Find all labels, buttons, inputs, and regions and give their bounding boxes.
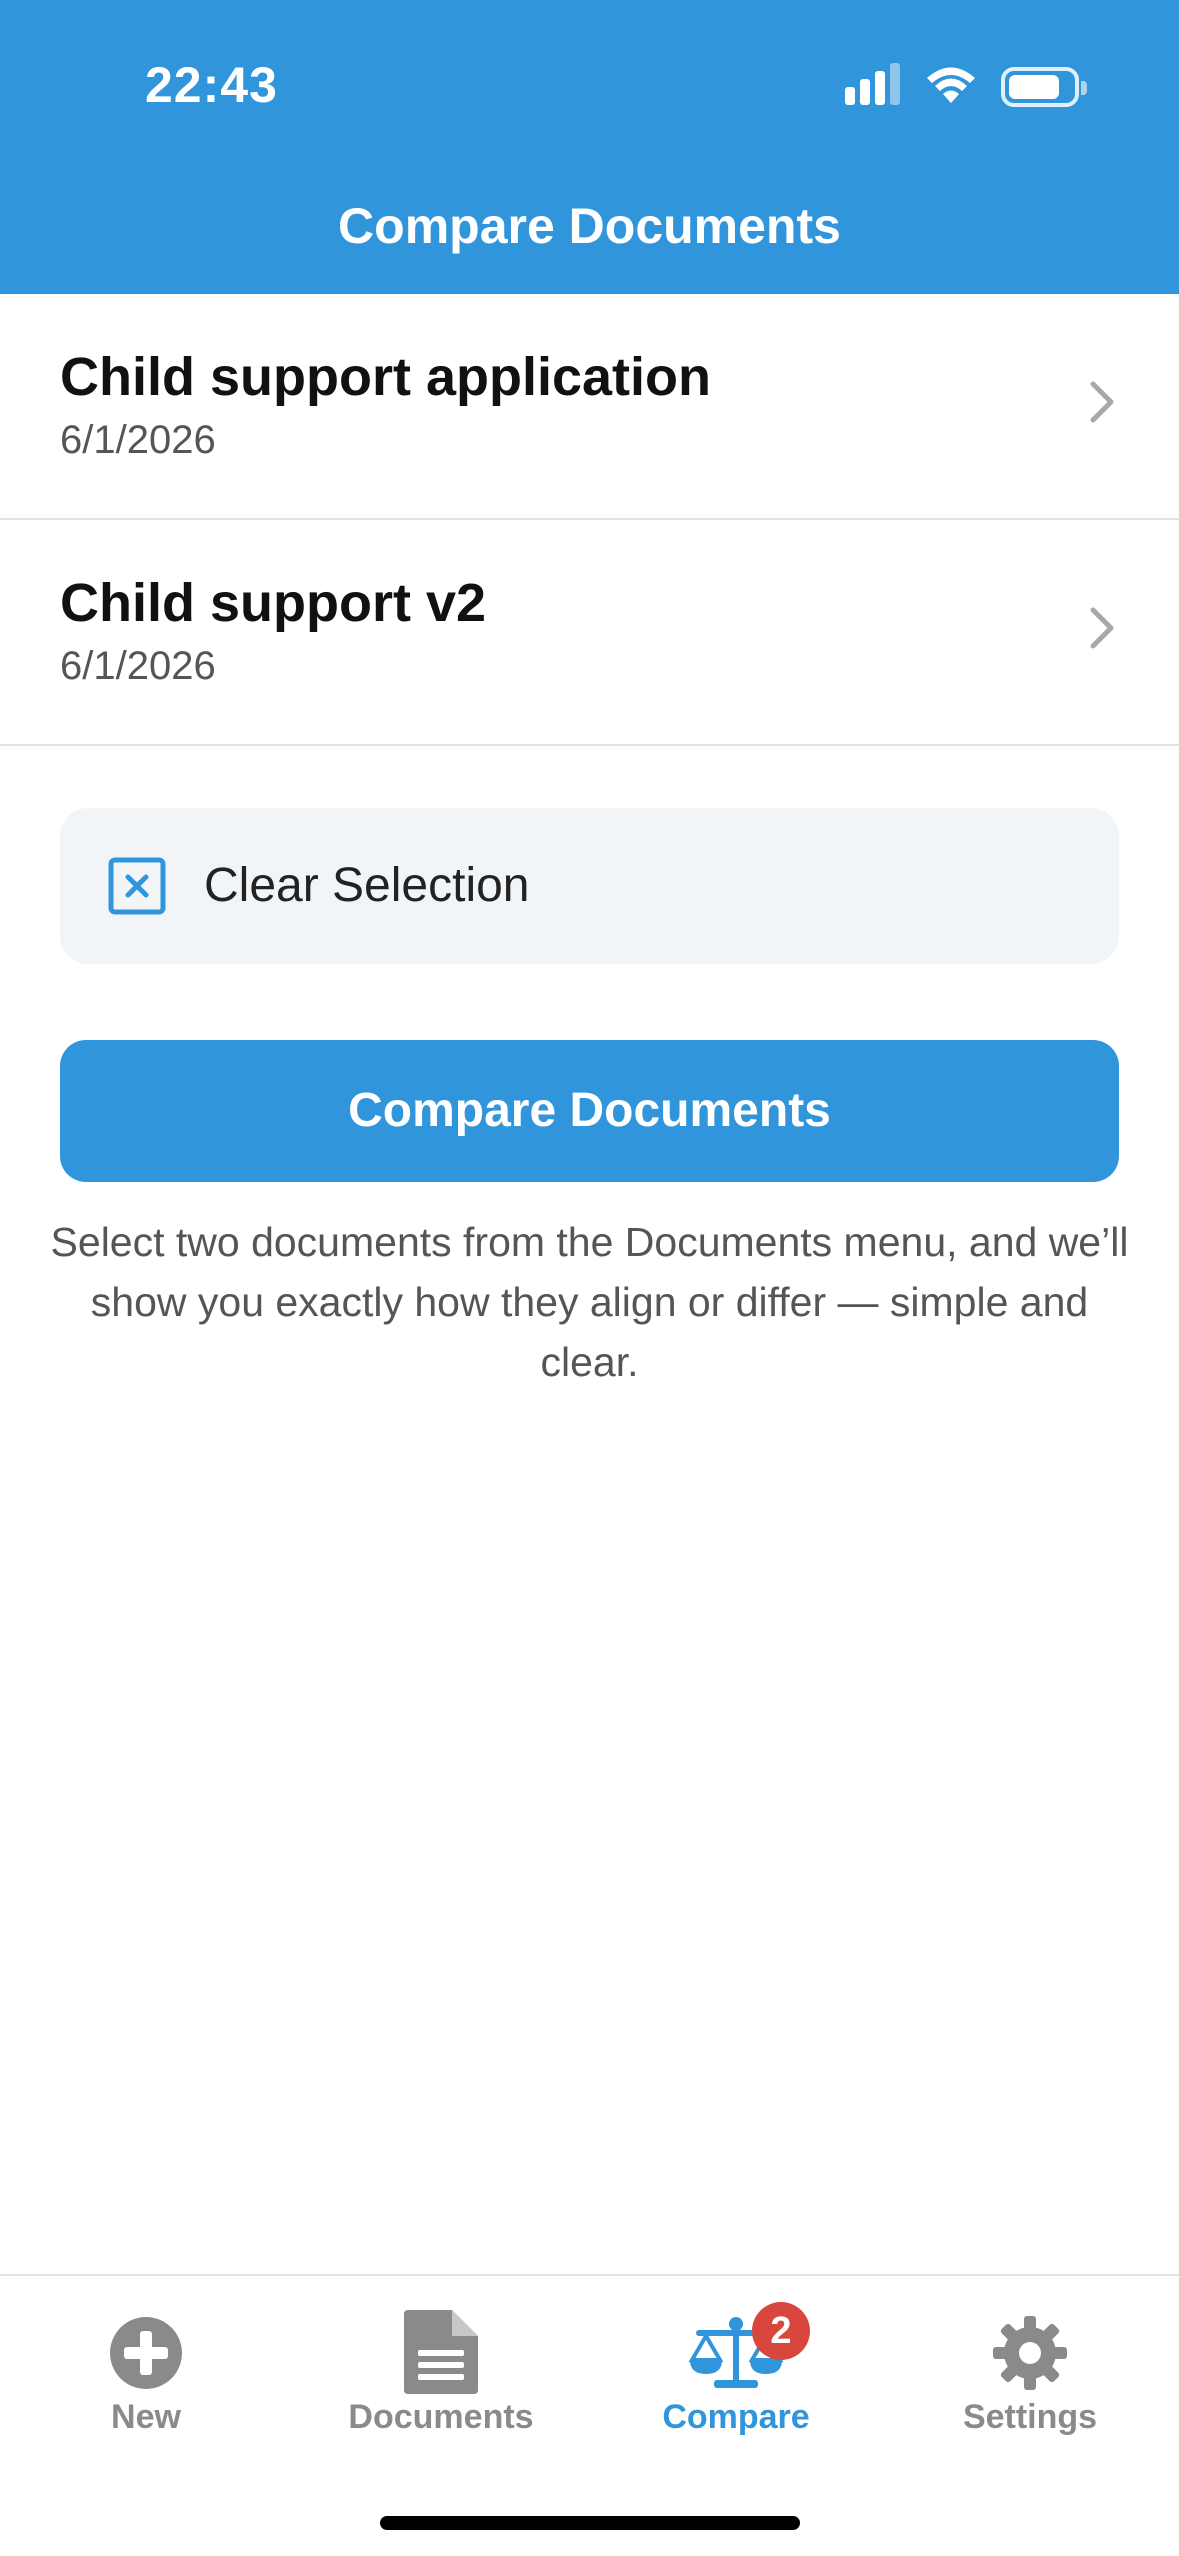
tab-documents[interactable]: Documents [321, 2310, 561, 2456]
tab-settings[interactable]: Settings [910, 2316, 1150, 2456]
header-bar: 22:43 Compare Documents [0, 0, 1179, 294]
document-title: Child support application [60, 347, 711, 407]
home-indicator[interactable] [380, 2516, 800, 2530]
gear-icon [993, 2316, 1067, 2390]
document-row[interactable]: Child support v2 6/1/2026 [0, 520, 1179, 746]
document-title: Child support v2 [60, 573, 487, 633]
chevron-right-icon [1090, 381, 1114, 423]
status-time: 22:43 [145, 57, 278, 113]
wifi-icon [927, 67, 975, 103]
compare-documents-button[interactable]: Compare Documents [60, 1040, 1119, 1182]
chevron-right-icon [1090, 607, 1114, 649]
clear-selection-button[interactable]: Clear Selection [60, 808, 1119, 964]
tab-label: New [111, 2398, 181, 2436]
plus-circle-icon [110, 2317, 182, 2389]
document-row[interactable]: Child support application 6/1/2026 [0, 294, 1179, 520]
tab-label: Settings [962, 2398, 1098, 2436]
help-text: Select two documents from the Documents … [50, 1219, 1129, 1385]
clear-x-icon [108, 857, 166, 915]
document-icon [404, 2310, 478, 2394]
tab-bar: New Documents 2 Compare Settings [0, 2274, 1179, 2556]
tab-label: Documents [348, 2398, 534, 2436]
document-date: 6/1/2026 [60, 418, 216, 462]
compare-badge: 2 [752, 2302, 810, 2360]
cellular-signal-icon [845, 63, 903, 111]
document-date: 6/1/2026 [60, 644, 216, 688]
status-icons [845, 62, 1087, 112]
tab-label: Compare [662, 2398, 810, 2436]
tab-compare[interactable]: 2 Compare [616, 2302, 856, 2456]
tab-new[interactable]: New [26, 2316, 266, 2456]
clear-selection-label: Clear Selection [204, 859, 530, 912]
page-title: Compare Documents [338, 198, 841, 254]
battery-icon [1001, 67, 1087, 107]
